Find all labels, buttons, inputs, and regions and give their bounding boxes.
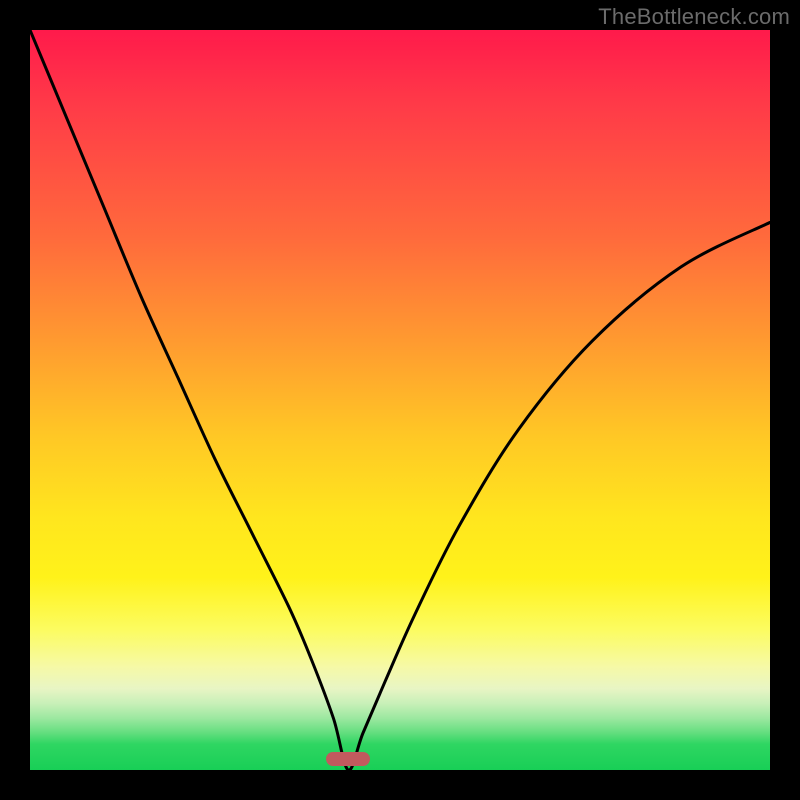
chart-frame: TheBottleneck.com — [0, 0, 800, 800]
bottleneck-curve — [30, 30, 770, 770]
watermark-label: TheBottleneck.com — [598, 4, 790, 30]
plot-area — [30, 30, 770, 770]
confidence-marker — [326, 752, 370, 766]
